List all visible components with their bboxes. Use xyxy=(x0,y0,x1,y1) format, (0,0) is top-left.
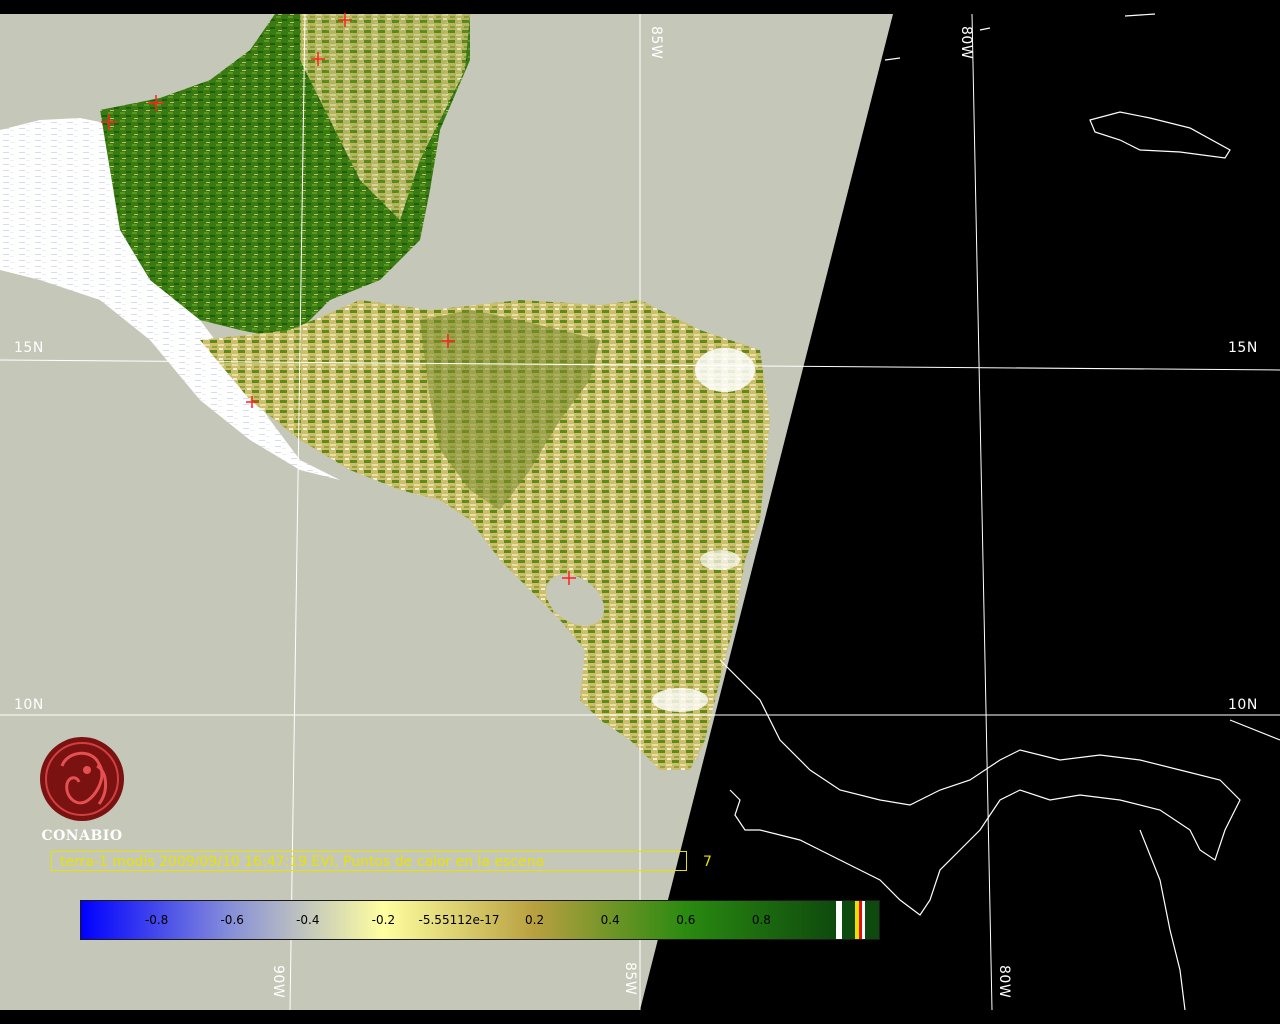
colorbar-white-stripe xyxy=(836,901,842,939)
lat-label-15n: 15N xyxy=(14,340,44,356)
evi-satellite-map: 15N 15N 10N 10N 85W 80W 90W 85W 80W CONA… xyxy=(0,0,1280,1024)
lat-label-10n: 10N xyxy=(1228,697,1258,713)
colorbar-white-stripe-2 xyxy=(862,901,865,939)
colorbar-tick-label: -0.6 xyxy=(220,913,244,927)
lat-label-10n: 10N xyxy=(14,697,44,713)
conabio-logo-icon xyxy=(40,737,124,821)
conabio-logo: CONABIO xyxy=(32,736,132,844)
lon-label-85w: 85W xyxy=(648,26,664,60)
evi-colorbar: -0.8 -0.6 -0.4 -0.2 -5.55112e-17 0.2 0.4 0.6 0.8 xyxy=(80,900,880,940)
hotspot-count: 7 xyxy=(703,854,712,870)
scene-caption: terra-1 modis 2009/09/10 16:47:19 EVI, P… xyxy=(51,851,687,871)
colorbar-tick-label: -5.55112e-17 xyxy=(418,913,500,927)
lon-label-85w: 85W xyxy=(622,962,638,996)
colorbar-tick-label: -0.2 xyxy=(371,913,396,927)
lon-label-80w: 80W xyxy=(996,965,1012,999)
lat-label-15n: 15N xyxy=(1228,340,1258,356)
colorbar-tick-label: 0.8 xyxy=(751,913,771,927)
colorbar-tick-label: -0.4 xyxy=(296,913,320,927)
colorbar-tick-label: 0.2 xyxy=(525,913,545,927)
lon-label-80w: 80W xyxy=(958,26,974,60)
colorbar-tick-label: -0.8 xyxy=(144,913,169,927)
colorbar-tick-label: 0.6 xyxy=(676,913,696,927)
logo-text: CONABIO xyxy=(41,828,123,844)
lon-label-90w: 90W xyxy=(270,965,286,999)
colorbar-tick-label: 0.4 xyxy=(600,913,620,927)
